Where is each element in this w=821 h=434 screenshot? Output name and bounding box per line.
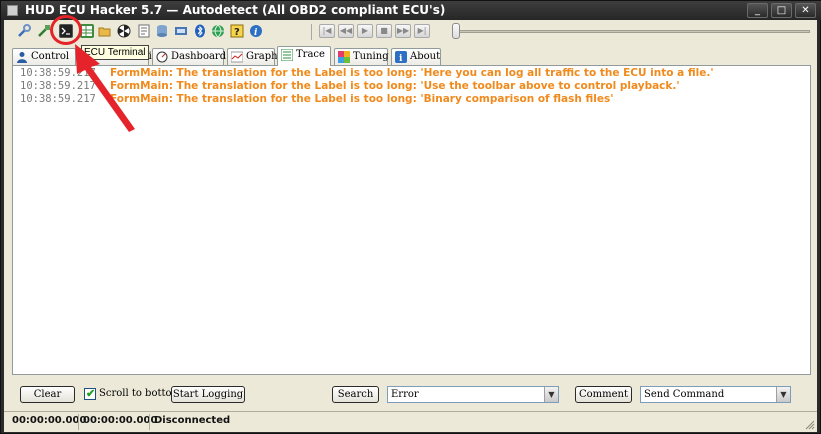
annotation-circle xyxy=(50,15,82,45)
annotation-arrow-icon xyxy=(75,44,135,132)
app-window: HUD ECU Hacker 5.7 — Autodetect (All OBD… xyxy=(0,0,821,434)
